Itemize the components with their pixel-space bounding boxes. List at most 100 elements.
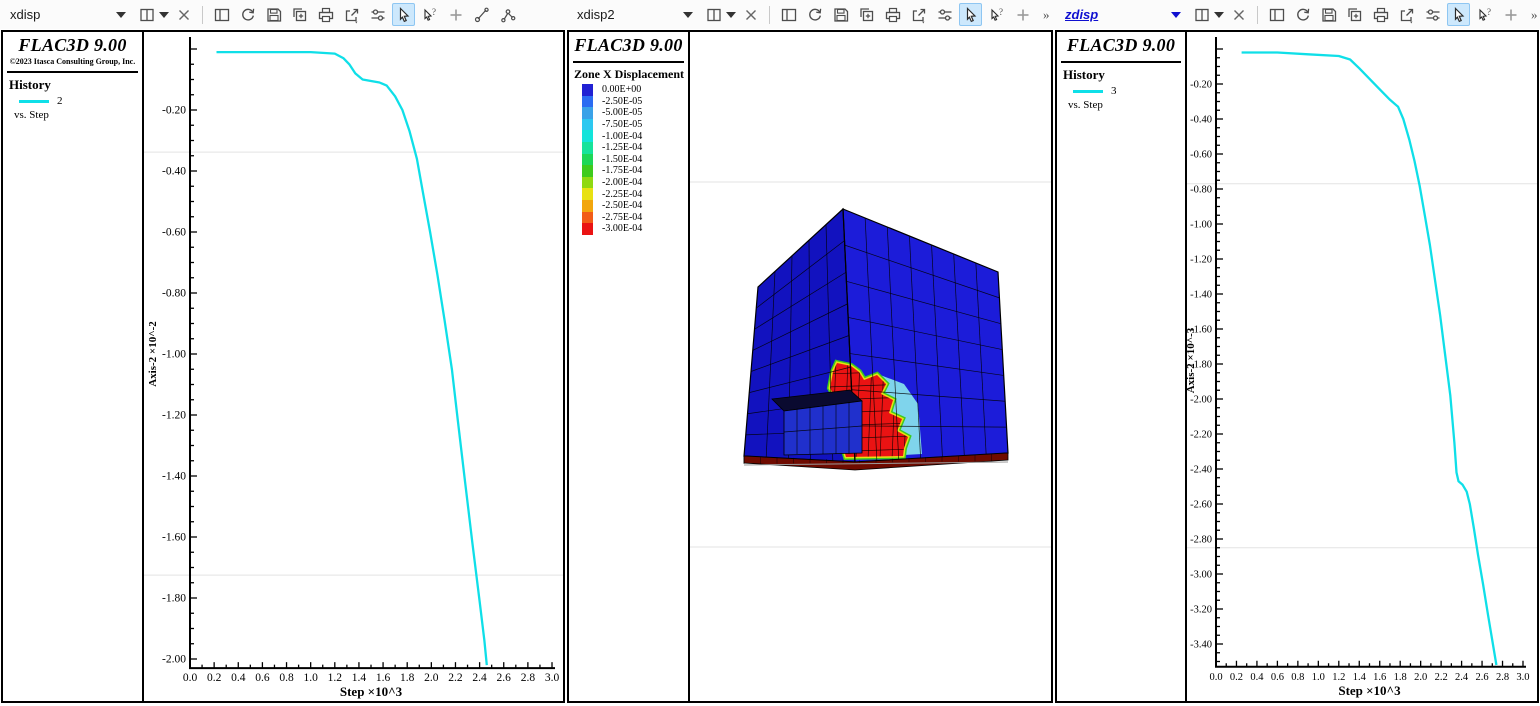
pane-layout-button[interactable] <box>777 3 800 26</box>
pane-selector-zdisp[interactable]: zdisp <box>1059 4 1187 26</box>
copyright-text: ©2023 Itasca Consulting Group, Inc. <box>3 57 142 66</box>
zone-contour-plot[interactable] <box>690 32 1051 701</box>
scale-swatch <box>582 188 593 200</box>
close-pane-button[interactable] <box>739 3 762 26</box>
toolbar-group-zdisp: zdisp? » <box>1059 0 1540 29</box>
scale-swatch <box>582 130 593 142</box>
add-button[interactable] <box>1011 3 1034 26</box>
svg-text:-1.60: -1.60 <box>162 532 186 544</box>
plot-settings-button[interactable] <box>1421 3 1444 26</box>
overflow-button[interactable]: » <box>1037 3 1060 26</box>
scale-row: -2.50E-04 <box>582 200 688 212</box>
series-color-swatch <box>19 100 49 103</box>
svg-text:?: ? <box>999 7 1003 17</box>
scale-value: -1.75E-04 <box>602 165 642 176</box>
topology-button[interactable] <box>496 3 519 26</box>
toolbar-separator <box>1257 6 1258 24</box>
split-options-caret[interactable] <box>1214 12 1224 18</box>
save-button[interactable] <box>829 3 852 26</box>
export-button[interactable] <box>340 3 363 26</box>
split-view-button[interactable] <box>1190 3 1213 26</box>
refresh-button[interactable] <box>1291 3 1314 26</box>
print-button[interactable] <box>314 3 337 26</box>
toolbar-separator <box>202 6 203 24</box>
refresh-button[interactable] <box>803 3 826 26</box>
svg-text:1.6: 1.6 <box>1373 672 1386 683</box>
pointer-button[interactable] <box>959 3 982 26</box>
export-button[interactable] <box>1395 3 1418 26</box>
svg-text:-3.40: -3.40 <box>1190 640 1212 651</box>
svg-text:»: » <box>1043 7 1050 22</box>
scale-swatch <box>582 142 593 154</box>
duplicate-view-button[interactable] <box>1343 3 1366 26</box>
svg-text:2.6: 2.6 <box>497 672 512 684</box>
scale-value: -2.50E-04 <box>602 200 642 211</box>
history-series-row: 2 <box>19 95 142 107</box>
svg-text:1.0: 1.0 <box>303 672 318 684</box>
close-pane-button[interactable] <box>1227 3 1250 26</box>
pointer-button[interactable] <box>1447 3 1470 26</box>
export-button[interactable] <box>907 3 930 26</box>
measure-button[interactable] <box>470 3 493 26</box>
zone-3d-view[interactable] <box>690 32 1051 701</box>
save-button[interactable] <box>1317 3 1340 26</box>
refresh-button[interactable] <box>236 3 259 26</box>
scale-row: -1.00E-04 <box>582 130 688 142</box>
split-view-button[interactable] <box>702 3 725 26</box>
pane-title: xdisp <box>10 7 40 22</box>
scale-row: -2.00E-04 <box>582 177 688 189</box>
scale-value: -5.00E-05 <box>602 107 642 118</box>
pointer-button[interactable] <box>392 3 415 26</box>
history-3-chart[interactable]: 0.00.20.40.60.81.01.21.41.61.82.02.22.42… <box>1187 32 1537 701</box>
svg-text:1.6: 1.6 <box>376 672 391 684</box>
pane-selector-xdisp2[interactable]: xdisp2 <box>571 4 699 26</box>
svg-text:-0.60: -0.60 <box>162 227 186 239</box>
svg-text:0.6: 0.6 <box>255 672 270 684</box>
print-button[interactable] <box>1369 3 1392 26</box>
history-heading: History <box>9 77 142 93</box>
svg-text:1.0: 1.0 <box>1312 672 1325 683</box>
zdisp-chart-area[interactable]: 0.00.20.40.60.81.01.21.41.61.82.02.22.42… <box>1187 32 1537 701</box>
svg-text:-0.40: -0.40 <box>1190 115 1212 126</box>
pane-layout-button[interactable] <box>210 3 233 26</box>
plot-settings-button[interactable] <box>933 3 956 26</box>
scale-value: -2.00E-04 <box>602 177 642 188</box>
split-options-caret[interactable] <box>726 12 736 18</box>
query-pointer-button[interactable]: ? <box>418 3 441 26</box>
add-button[interactable] <box>1499 3 1522 26</box>
toolbar-group-xdisp2: xdisp2? » <box>571 0 1060 29</box>
overflow-button[interactable]: » <box>1525 3 1540 26</box>
history-2-chart[interactable]: 0.00.20.40.60.81.01.21.41.61.82.02.22.42… <box>144 32 563 701</box>
svg-text:2.0: 2.0 <box>424 672 439 684</box>
pane-selector-xdisp[interactable]: xdisp <box>4 4 132 26</box>
scale-row: 0.00E+00 <box>582 84 688 96</box>
svg-text:0.6: 0.6 <box>1271 672 1284 683</box>
query-pointer-button[interactable]: ? <box>1473 3 1496 26</box>
svg-text:2.8: 2.8 <box>1496 672 1509 683</box>
scale-row: -2.50E-05 <box>582 96 688 108</box>
close-pane-button[interactable] <box>172 3 195 26</box>
duplicate-view-button[interactable] <box>855 3 878 26</box>
contour-color-scale: 0.00E+00-2.50E-05-5.00E-05-7.50E-05-1.00… <box>582 84 688 235</box>
add-button[interactable] <box>444 3 467 26</box>
svg-text:2.4: 2.4 <box>472 672 487 684</box>
print-button[interactable] <box>881 3 904 26</box>
vs-step-label: vs. Step <box>14 109 142 121</box>
xdisp-chart-area[interactable]: 0.00.20.40.60.81.01.21.41.61.82.02.22.42… <box>144 32 563 701</box>
scale-swatch <box>582 177 593 189</box>
svg-text:0.8: 0.8 <box>1291 672 1304 683</box>
duplicate-view-button[interactable] <box>288 3 311 26</box>
svg-text:0.4: 0.4 <box>1250 672 1264 683</box>
scale-value: -1.00E-04 <box>602 131 642 142</box>
split-view-button[interactable] <box>135 3 158 26</box>
split-options-caret[interactable] <box>159 12 169 18</box>
svg-text:-0.60: -0.60 <box>1190 150 1212 161</box>
scale-row: -2.75E-04 <box>582 212 688 224</box>
svg-text:-2.00: -2.00 <box>1190 395 1212 406</box>
svg-text:-0.20: -0.20 <box>162 105 186 117</box>
pane-layout-button[interactable] <box>1265 3 1288 26</box>
save-button[interactable] <box>262 3 285 26</box>
query-pointer-button[interactable]: ? <box>985 3 1008 26</box>
svg-text:-1.40: -1.40 <box>1190 290 1212 301</box>
plot-settings-button[interactable] <box>366 3 389 26</box>
